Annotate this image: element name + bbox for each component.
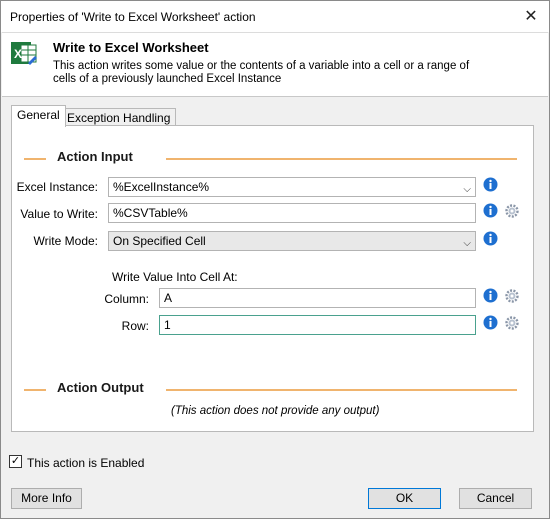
close-icon: ✕ <box>524 8 538 25</box>
info-icon[interactable] <box>483 288 498 303</box>
column-input[interactable]: A <box>159 288 476 308</box>
action-description: This action writes some value or the con… <box>53 60 470 85</box>
info-icon[interactable] <box>483 177 498 192</box>
row-label: Row: <box>121 319 149 333</box>
excel-icon: X <box>11 42 37 65</box>
excel-instance-label: Excel Instance: <box>16 180 98 194</box>
action-header: X Write to Excel Worksheet This action w… <box>2 32 548 97</box>
checkmark-icon: ✓ <box>10 455 21 467</box>
enabled-checkbox-label[interactable]: This action is Enabled <box>27 456 144 470</box>
write-mode-select[interactable]: On Specified Cell ⌵ <box>108 231 476 251</box>
row-input[interactable]: 1 <box>159 315 476 335</box>
write-mode-label: Write Mode: <box>33 234 98 248</box>
gear-icon[interactable] <box>505 316 519 330</box>
action-output-title: Action Output <box>57 380 144 395</box>
write-value-heading: Write Value Into Cell At: <box>112 270 238 284</box>
ok-button[interactable]: OK <box>368 488 441 509</box>
section-divider <box>24 158 46 160</box>
column-label: Column: <box>104 292 149 306</box>
column-value: A <box>164 291 173 305</box>
action-title: Write to Excel Worksheet <box>53 40 209 55</box>
value-to-write-label: Value to Write: <box>20 207 98 221</box>
section-divider <box>166 158 517 160</box>
excel-instance-value: %ExcelInstance% <box>113 180 210 194</box>
section-divider <box>166 389 517 391</box>
info-icon[interactable] <box>483 203 498 218</box>
window-title: Properties of 'Write to Excel Worksheet'… <box>10 10 256 24</box>
value-to-write-value: %CSVTable% <box>113 206 188 220</box>
gear-icon[interactable] <box>505 289 519 303</box>
row-value: 1 <box>164 318 171 332</box>
value-to-write-input[interactable]: %CSVTable% <box>108 203 476 223</box>
action-input-title: Action Input <box>57 149 133 164</box>
chevron-down-icon: ⌵ <box>463 184 471 195</box>
general-tab-panel: Action Input Excel Instance: %ExcelInsta… <box>11 125 534 432</box>
chevron-down-icon: ⌵ <box>463 238 471 249</box>
section-divider <box>24 389 46 391</box>
info-icon[interactable] <box>483 315 498 330</box>
no-output-note: (This action does not provide any output… <box>171 405 380 417</box>
write-mode-value: On Specified Cell <box>113 234 206 248</box>
excel-instance-select[interactable]: %ExcelInstance% ⌵ <box>108 177 476 197</box>
enabled-checkbox[interactable]: ✓ <box>9 455 22 468</box>
svg-text:X: X <box>14 47 22 61</box>
cancel-button[interactable]: Cancel <box>459 488 532 509</box>
gear-icon[interactable] <box>505 204 519 218</box>
title-bar: Properties of 'Write to Excel Worksheet'… <box>1 1 549 32</box>
more-info-button[interactable]: More Info <box>11 488 82 509</box>
info-icon[interactable] <box>483 231 498 246</box>
tab-general[interactable]: General <box>11 105 66 127</box>
close-button[interactable]: ✕ <box>516 4 546 28</box>
